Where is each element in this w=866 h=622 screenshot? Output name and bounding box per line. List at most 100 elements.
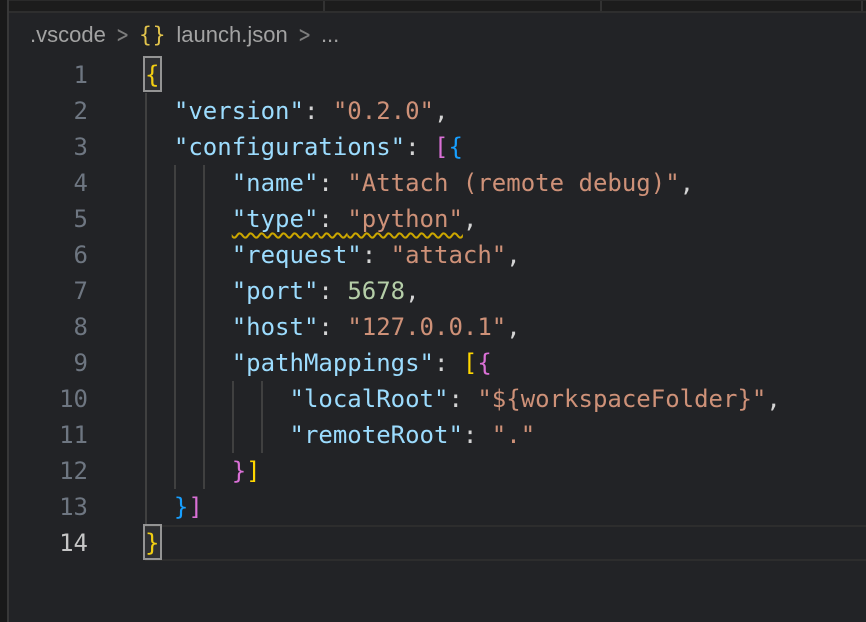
- code-token: "port": [232, 277, 319, 305]
- breadcrumb: .vscode > {} launch.json > ...: [9, 13, 866, 57]
- code-line[interactable]: 7 "port": 5678,: [9, 273, 866, 309]
- code-token: "version": [174, 97, 304, 125]
- line-number[interactable]: 1: [9, 57, 145, 93]
- matched-bracket: {: [145, 61, 159, 89]
- code-line[interactable]: 6 "request": "attach",: [9, 237, 866, 273]
- code-token: [145, 349, 232, 377]
- code-token: "configurations": [174, 133, 405, 161]
- line-number[interactable]: 14: [9, 525, 145, 561]
- code-token: 5678: [347, 277, 405, 305]
- code-text: "port": 5678,: [145, 273, 866, 309]
- code-token: "python": [347, 205, 463, 233]
- code-token: [145, 97, 174, 125]
- matched-bracket: }: [145, 529, 159, 557]
- code-token: "remoteRoot": [290, 421, 463, 449]
- tab-divider: [861, 1, 863, 11]
- code-line[interactable]: 2 "version": "0.2.0",: [9, 93, 866, 129]
- code-token: :: [318, 277, 347, 305]
- code-token: [145, 277, 232, 305]
- code-token: ,: [463, 205, 477, 233]
- code-token: }: [232, 457, 246, 485]
- code-token: "type": [232, 205, 319, 233]
- code-token: [145, 385, 290, 413]
- line-number[interactable]: 5: [9, 201, 145, 237]
- tab-divider: [323, 1, 325, 11]
- line-number[interactable]: 10: [9, 381, 145, 417]
- code-token: "127.0.0.1": [347, 313, 506, 341]
- code-text: {: [145, 57, 866, 93]
- breadcrumb-symbol-path[interactable]: ...: [321, 22, 339, 48]
- vscode-window: .vscode > {} launch.json > ... 1{2 "vers…: [0, 0, 866, 622]
- code-line[interactable]: 9 "pathMappings": [{: [9, 345, 866, 381]
- line-number[interactable]: 8: [9, 309, 145, 345]
- code-token: [145, 421, 290, 449]
- code-line[interactable]: 12 }]: [9, 453, 866, 489]
- code-token: [145, 313, 232, 341]
- chevron-right-icon: >: [117, 21, 128, 50]
- code-text: "configurations": [{: [145, 129, 866, 165]
- code-line[interactable]: 14}: [9, 525, 866, 561]
- line-number[interactable]: 12: [9, 453, 145, 489]
- line-number[interactable]: 13: [9, 489, 145, 525]
- code-token: "name": [232, 169, 319, 197]
- code-token: [145, 169, 232, 197]
- code-line[interactable]: 5 "type": "python",: [9, 201, 866, 237]
- code-token: ,: [680, 169, 694, 197]
- code-token: [: [434, 133, 448, 161]
- code-token: [145, 205, 232, 233]
- code-line[interactable]: 8 "host": "127.0.0.1",: [9, 309, 866, 345]
- code-token: ,: [405, 277, 419, 305]
- code-line[interactable]: 4 "name": "Attach (remote debug)",: [9, 165, 866, 201]
- code-text: }: [145, 525, 866, 561]
- breadcrumb-folder[interactable]: .vscode: [30, 22, 106, 48]
- code-line[interactable]: 11 "remoteRoot": ".": [9, 417, 866, 453]
- code-token: :: [318, 169, 347, 197]
- code-token: "request": [232, 241, 362, 269]
- code-token: ]: [246, 457, 260, 485]
- code-token: :: [434, 349, 463, 377]
- line-number[interactable]: 7: [9, 273, 145, 309]
- code-text: }]: [145, 453, 866, 489]
- tab-bar[interactable]: [9, 0, 866, 13]
- code-token: "localRoot": [290, 385, 449, 413]
- editor-group: .vscode > {} launch.json > ... 1{2 "vers…: [9, 0, 866, 622]
- code-token: :: [318, 205, 347, 233]
- chevron-right-icon: >: [299, 21, 310, 50]
- code-token: :: [463, 421, 492, 449]
- code-token: }: [174, 493, 188, 521]
- code-token: :: [405, 133, 434, 161]
- code-text: "version": "0.2.0",: [145, 93, 866, 129]
- code-token: "0.2.0": [333, 97, 434, 125]
- line-number[interactable]: 3: [9, 129, 145, 165]
- line-number[interactable]: 11: [9, 417, 145, 453]
- code-editor[interactable]: 1{2 "version": "0.2.0",3 "configurations…: [9, 57, 866, 622]
- code-token: ,: [434, 97, 448, 125]
- code-token: {: [448, 133, 462, 161]
- code-text: "type": "python",: [145, 201, 866, 237]
- code-token: ,: [506, 241, 520, 269]
- code-line[interactable]: 13 }]: [9, 489, 866, 525]
- code-token: :: [304, 97, 333, 125]
- code-token: "attach": [391, 241, 507, 269]
- code-lines: 1{2 "version": "0.2.0",3 "configurations…: [9, 57, 866, 561]
- line-number[interactable]: 9: [9, 345, 145, 381]
- code-line[interactable]: 10 "localRoot": "${workspaceFolder}",: [9, 381, 866, 417]
- code-token: "${workspaceFolder}": [477, 385, 766, 413]
- line-number[interactable]: 2: [9, 93, 145, 129]
- code-text: "remoteRoot": ".": [145, 417, 866, 453]
- code-token: "pathMappings": [232, 349, 434, 377]
- code-token: ,: [506, 313, 520, 341]
- code-text: }]: [145, 489, 866, 525]
- tab-divider: [600, 1, 602, 11]
- code-line[interactable]: 3 "configurations": [{: [9, 129, 866, 165]
- code-text: "host": "127.0.0.1",: [145, 309, 866, 345]
- code-token: [145, 493, 174, 521]
- code-token: [145, 133, 174, 161]
- code-token: "Attach (remote debug)": [347, 169, 679, 197]
- code-line[interactable]: 1{: [9, 57, 866, 93]
- sidebar-edge: [0, 0, 9, 622]
- line-number[interactable]: 4: [9, 165, 145, 201]
- line-number[interactable]: 6: [9, 237, 145, 273]
- breadcrumb-file[interactable]: launch.json: [176, 22, 287, 48]
- json-object-icon: {}: [139, 23, 166, 47]
